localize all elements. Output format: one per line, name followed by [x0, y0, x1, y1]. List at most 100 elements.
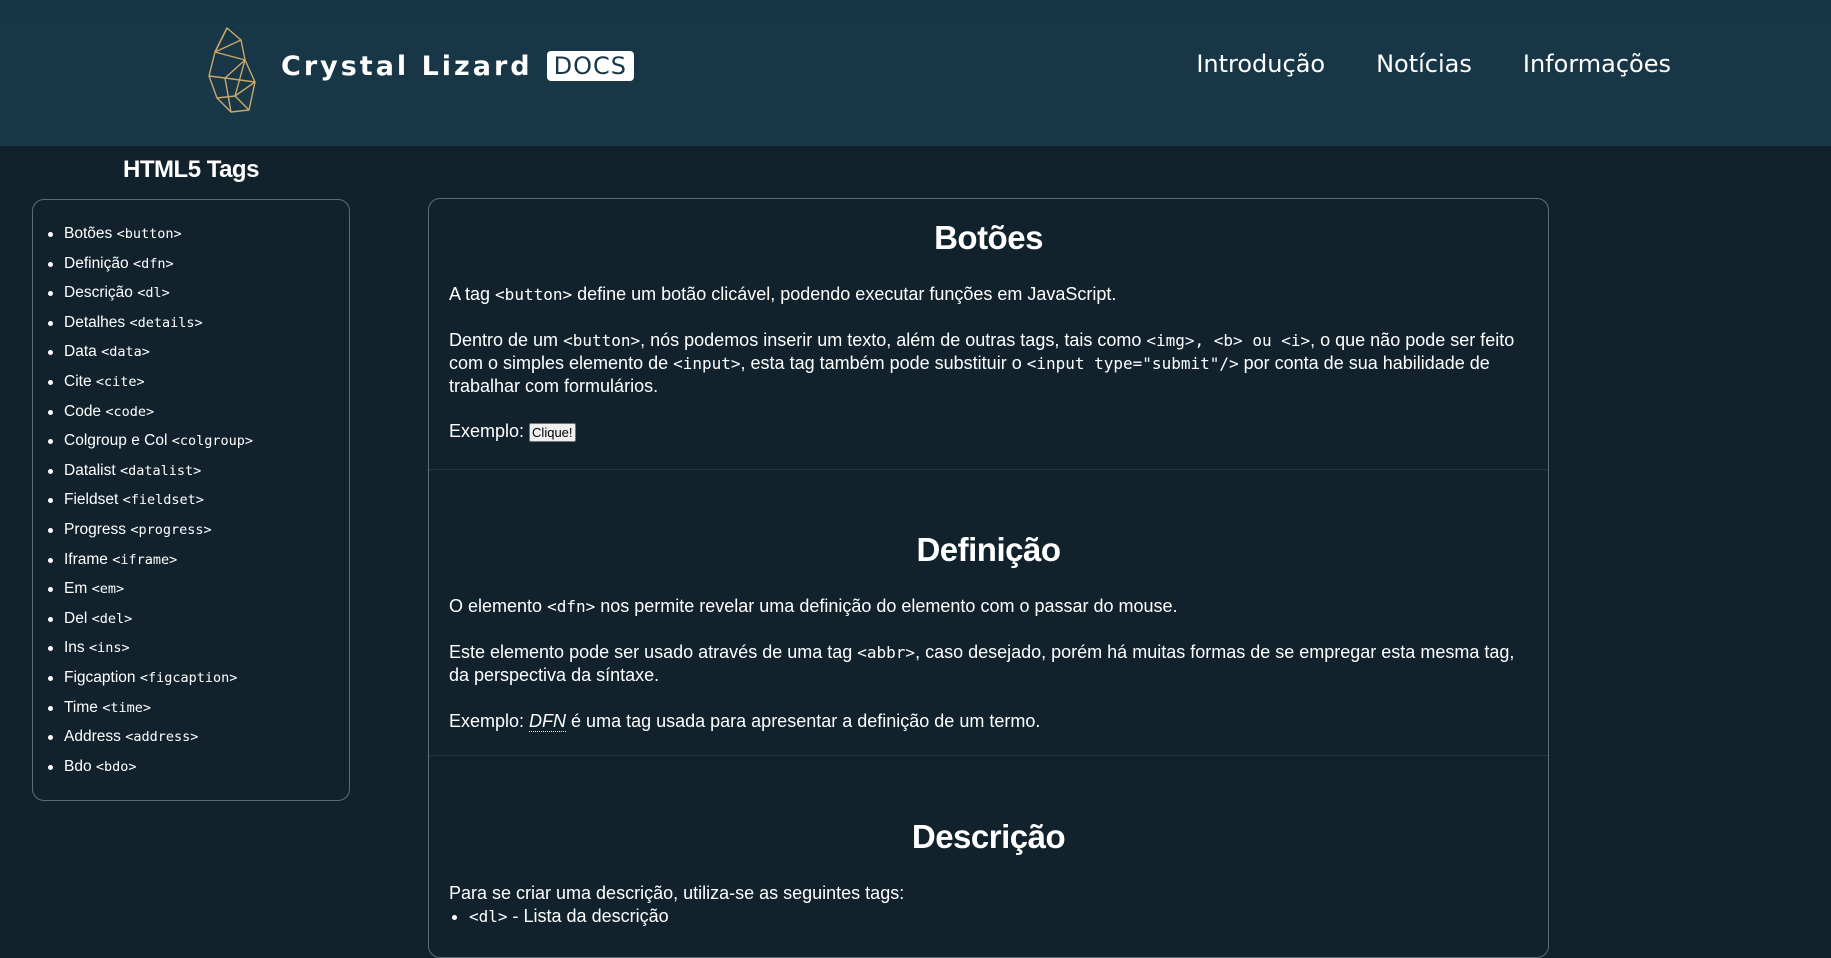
sidebar-item-label: Iframe — [64, 550, 108, 568]
sidebar-item: Em <em> — [48, 580, 349, 610]
sidebar: Botões <button> Definição <dfn> Descrição … — [32, 199, 350, 801]
dfn-example-term[interactable]: DFN — [529, 711, 567, 732]
paragraph: Para se criar uma descrição, utiliza-se … — [449, 883, 905, 903]
sidebar-link[interactable]: Figcaption <figcaption> — [64, 669, 237, 686]
crystal-logo-icon[interactable] — [205, 26, 257, 114]
example-line: Exemplo: DFN é uma tag usada para aprese… — [449, 711, 1041, 732]
brand-docs-badge: DOCS — [546, 51, 634, 81]
sidebar-item-tag: <cite> — [95, 373, 145, 390]
example-line: Exemplo: Clique! — [449, 420, 1528, 443]
section-definition: Definição O elemento <dfn> nos permite r… — [429, 470, 1548, 756]
sidebar-item-tag: <iframe> — [112, 551, 178, 568]
section-title: Botões — [934, 219, 1043, 256]
example-click-button[interactable]: Clique! — [529, 422, 576, 442]
sidebar-link[interactable]: Detalhes <details> — [64, 314, 203, 331]
sidebar-item-tag: <del> — [91, 610, 133, 627]
sidebar-link[interactable]: Ins <ins> — [64, 639, 130, 656]
sidebar-link[interactable]: Definição <dfn> — [64, 255, 174, 272]
sidebar-link[interactable]: Progress <progress> — [64, 521, 212, 538]
sidebar-item: Cite <cite> — [48, 373, 349, 403]
sidebar-item-tag: <fieldset> — [122, 492, 204, 509]
sidebar-link[interactable]: Cite <cite> — [64, 373, 145, 390]
paragraph: A tag <button> define um botão clicável,… — [449, 284, 1117, 304]
sidebar-item-label: Code — [64, 402, 102, 420]
site-header: Crystal Lizard DOCS Introdução Notícias … — [0, 0, 1831, 146]
inline-code: <button> — [495, 285, 573, 304]
main-nav: Introdução Notícias Informações — [1145, 50, 1671, 78]
sidebar-link[interactable]: Del <del> — [64, 610, 132, 627]
paragraph: Este elemento pode ser usado através de … — [449, 642, 1515, 685]
sidebar-item-tag: <details> — [129, 314, 203, 331]
section-description: Descrição Para se criar uma descrição, u… — [429, 756, 1548, 928]
sidebar-item-label: Del — [64, 609, 88, 627]
sidebar-item: Bdo <bdo> — [48, 758, 349, 788]
sidebar-item: Descrição <dl> — [48, 284, 349, 314]
sidebar-link[interactable]: Data <data> — [64, 343, 150, 360]
sidebar-list: Botões <button> Definição <dfn> Descrição … — [33, 200, 349, 787]
section-title: Descrição — [911, 818, 1066, 855]
sidebar-item-tag: <progress> — [130, 521, 212, 538]
sidebar-item-tag: <em> — [91, 581, 125, 598]
sidebar-item-label: Definição — [64, 254, 129, 272]
sidebar-item: Time <time> — [48, 699, 349, 729]
list-item: <dl> - Lista da descrição — [469, 905, 1528, 928]
sidebar-item-label: Bdo — [64, 757, 92, 775]
sidebar-item-tag: <time> — [102, 699, 151, 716]
nav-introducao[interactable]: Introdução — [1196, 50, 1325, 78]
brand-name: Crystal Lizard — [281, 50, 533, 82]
sidebar-link[interactable]: Code <code> — [64, 403, 154, 420]
sidebar-item: Definição <dfn> — [48, 255, 349, 285]
sidebar-item: Code <code> — [48, 403, 349, 433]
inline-code: <input type="submit"/> — [1026, 354, 1239, 373]
sidebar-item-label: Fieldset — [64, 491, 119, 509]
sidebar-link[interactable]: Colgroup e Col <colgroup> — [64, 432, 253, 449]
brand[interactable]: Crystal Lizard DOCS — [281, 48, 634, 84]
sidebar-link[interactable]: Em <em> — [64, 580, 124, 597]
sidebar-item-label: Cite — [64, 372, 92, 390]
sidebar-link[interactable]: Time <time> — [64, 699, 151, 716]
sidebar-link[interactable]: Bdo <bdo> — [64, 758, 137, 775]
nav-noticias[interactable]: Notícias — [1376, 50, 1472, 78]
sidebar-item-label: Address — [64, 728, 121, 746]
sidebar-item-tag: <figcaption> — [139, 669, 238, 686]
sidebar-link[interactable]: Address <address> — [64, 728, 198, 745]
sidebar-item: Fieldset <fieldset> — [48, 491, 349, 521]
sidebar-link[interactable]: Descrição <dl> — [64, 284, 170, 301]
sidebar-item: Progress <progress> — [48, 521, 349, 551]
sidebar-item-tag: <data> — [101, 344, 150, 361]
sidebar-item-tag: <datalist> — [120, 462, 202, 479]
sidebar-link[interactable]: Iframe <iframe> — [64, 551, 177, 568]
sidebar-item-label: Figcaption — [64, 668, 136, 686]
paragraph: Dentro de um <button>, nós podemos inser… — [449, 330, 1515, 396]
sidebar-item: Colgroup e Col <colgroup> — [48, 432, 349, 462]
sidebar-item-tag: <colgroup> — [171, 433, 253, 450]
inline-code: <img>, <b> ou <i> — [1146, 331, 1311, 350]
paragraph: O elemento <dfn> nos permite revelar uma… — [449, 596, 1178, 616]
section-buttons: Botões A tag <button> define um botão cl… — [429, 199, 1548, 470]
sidebar-item: Data <data> — [48, 343, 349, 373]
sidebar-item-label: Botões — [64, 225, 113, 242]
sidebar-item-label: Em — [64, 580, 88, 598]
sidebar-item-tag: <dl> — [137, 285, 170, 302]
sidebar-item: Del <del> — [48, 610, 349, 640]
sidebar-item-label: Time — [64, 698, 98, 716]
inline-code: <dl> — [469, 907, 508, 926]
sidebar-link[interactable]: Datalist <datalist> — [64, 462, 201, 479]
sidebar-title: HTML5 Tags — [123, 156, 259, 183]
sidebar-item-label: Datalist — [64, 461, 116, 479]
sidebar-item-label: Progress — [64, 520, 127, 538]
sidebar-item-label: Descrição — [64, 284, 133, 302]
nav-informacoes[interactable]: Informações — [1523, 50, 1671, 78]
inline-code: <abbr> — [857, 643, 916, 662]
main-content: Botões A tag <button> define um botão cl… — [428, 198, 1549, 958]
sidebar-item-label: Ins — [64, 639, 85, 657]
sidebar-item-label: Detalhes — [64, 313, 126, 331]
sidebar-item: Ins <ins> — [48, 639, 349, 669]
sidebar-item: Detalhes <details> — [48, 314, 349, 344]
sidebar-item-tag: <dfn> — [132, 255, 174, 272]
sidebar-item-label: Colgroup e Col — [64, 432, 168, 450]
sidebar-link[interactable]: Fieldset <fieldset> — [64, 491, 204, 508]
sidebar-link[interactable]: Botões <button> — [64, 225, 182, 242]
inline-code: <button> — [563, 331, 641, 350]
sidebar-item: Address <address> — [48, 728, 349, 758]
